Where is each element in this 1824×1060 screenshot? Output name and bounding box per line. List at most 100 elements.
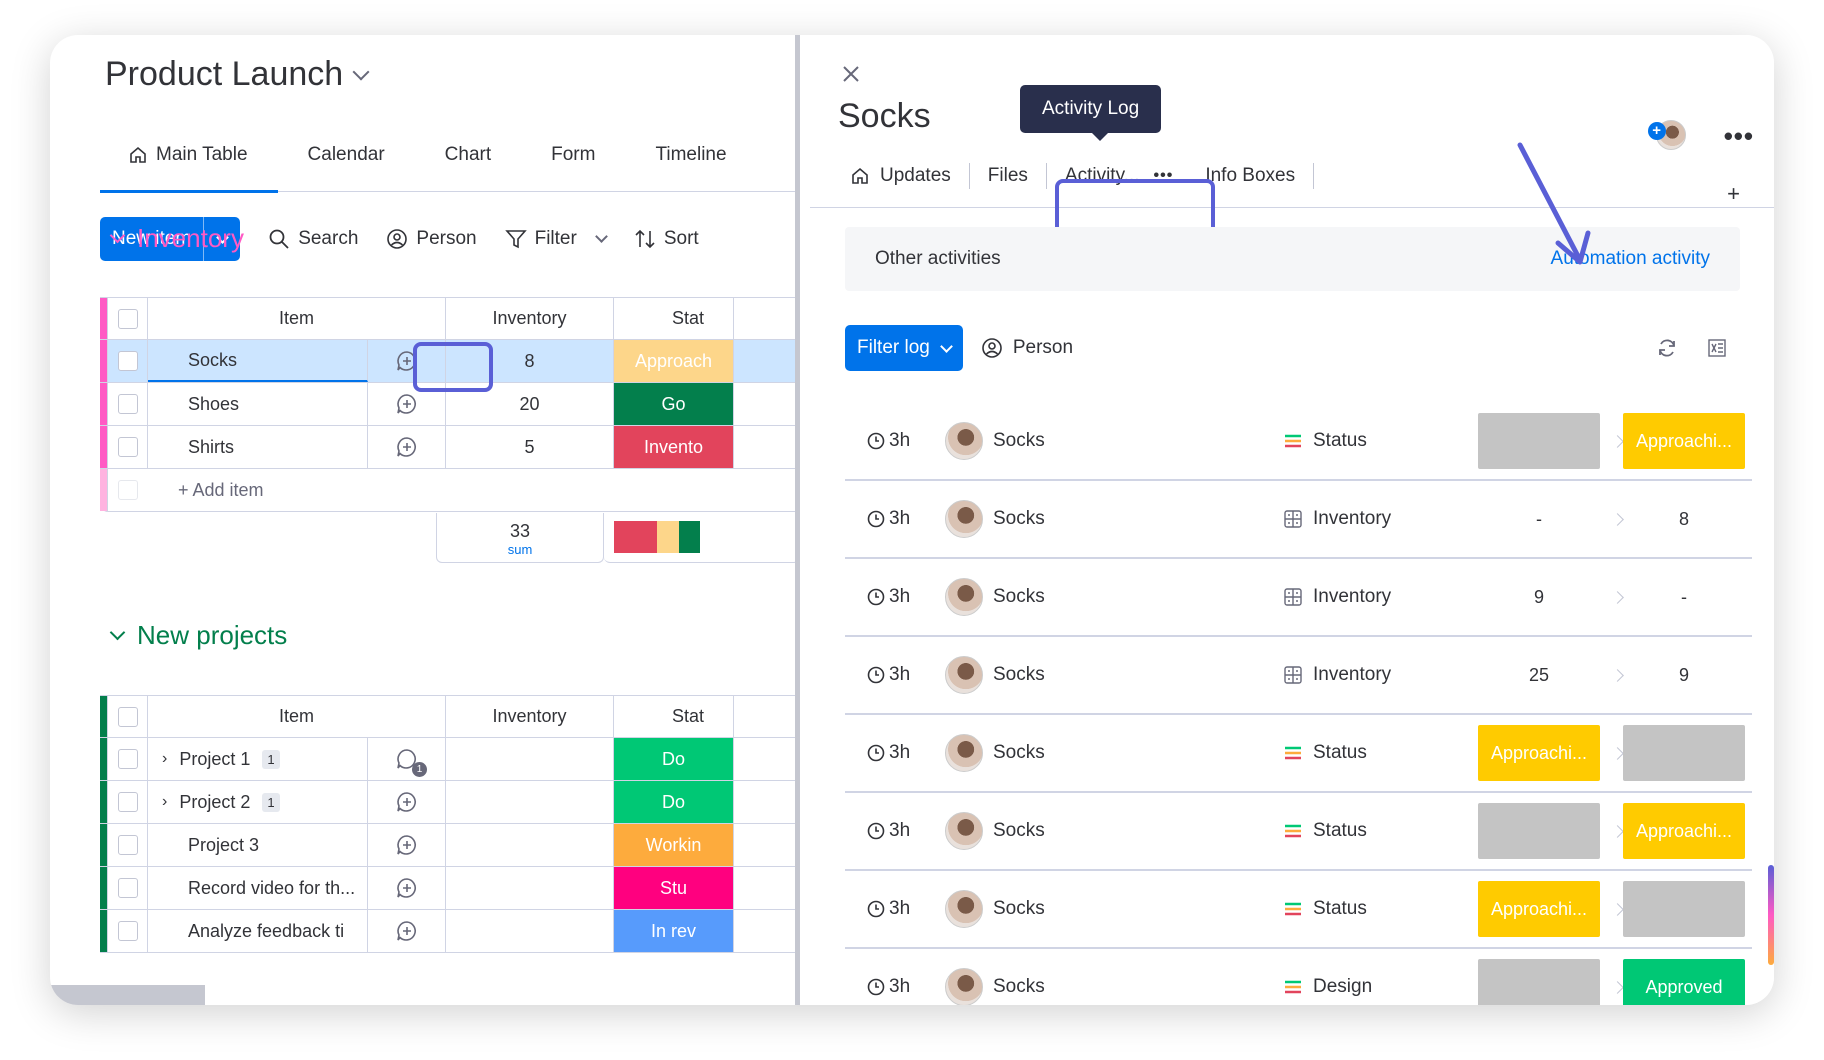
checkbox[interactable] (117, 878, 138, 898)
chevron-down-icon[interactable] (594, 229, 608, 243)
table-row[interactable]: Project 3 Workin (100, 824, 800, 867)
status-cell[interactable]: Go (614, 383, 734, 425)
close-icon[interactable] (840, 63, 862, 85)
status-cell[interactable]: Do (614, 781, 734, 823)
row-checkbox[interactable] (108, 867, 148, 909)
status-cell[interactable]: Invento (614, 426, 734, 468)
inventory-cell[interactable]: 5 (446, 426, 614, 468)
status-cell[interactable]: Workin (614, 824, 734, 866)
activity-log-row[interactable]: 3h Socks Inventory - 8 (845, 481, 1752, 559)
filter-log-button[interactable]: Filter log (845, 325, 963, 371)
log-item[interactable]: Socks (945, 500, 1045, 538)
person-filter-button[interactable]: Person (981, 337, 1073, 359)
activity-log-row[interactable]: 3h Socks Status Approachi... (845, 793, 1752, 871)
sort-button[interactable]: Sort (634, 228, 699, 250)
board-title[interactable]: Product Launch (105, 55, 370, 94)
add-item-row[interactable]: + Add item (100, 469, 800, 512)
side-widget[interactable] (1768, 865, 1774, 965)
column-header-inventory[interactable]: Inventory (446, 298, 614, 339)
table-row[interactable]: Record video for th... Stu (100, 867, 800, 910)
group-header-inventory[interactable]: Inventory (109, 223, 244, 254)
item-name-cell[interactable]: Analyze feedback ti (148, 910, 368, 952)
tab-calendar[interactable]: Calendar (278, 125, 415, 192)
table-row[interactable]: Analyze feedback ti In rev (100, 910, 800, 953)
add-view-button[interactable]: + (1727, 181, 1740, 207)
log-item[interactable]: Socks (945, 656, 1045, 694)
row-checkbox[interactable] (108, 824, 148, 866)
tab-timeline[interactable]: Timeline (625, 125, 756, 192)
select-all-checkbox[interactable] (108, 696, 148, 737)
activity-log-row[interactable]: 3h Socks Inventory 9 - (845, 559, 1752, 637)
status-cell[interactable]: Do (614, 738, 734, 780)
inventory-cell[interactable] (446, 738, 614, 780)
log-item[interactable]: Socks (945, 812, 1045, 850)
person-filter-button[interactable]: Person (386, 228, 477, 250)
horizontal-scrollbar[interactable] (50, 985, 205, 1005)
conversation-button[interactable] (368, 910, 446, 952)
chevron-down-icon[interactable] (109, 624, 126, 641)
activity-log-row[interactable]: 3h Socks Status Approachi... (845, 871, 1752, 949)
status-cell[interactable]: Approach (614, 340, 734, 382)
other-activities-tab[interactable]: Other activities (875, 248, 1001, 270)
chevron-down-icon[interactable] (352, 63, 370, 80)
log-item[interactable]: Socks (945, 578, 1045, 616)
tab-main-table[interactable]: Main Table (100, 125, 278, 193)
conversation-button[interactable] (368, 824, 446, 866)
activity-log-row[interactable]: 3h Socks Design Approved (845, 949, 1752, 1005)
column-header-status[interactable]: Stat (614, 696, 734, 737)
column-header-status[interactable]: Stat (614, 298, 734, 339)
log-item[interactable]: Socks (945, 422, 1045, 460)
checkbox[interactable] (117, 394, 138, 414)
checkbox[interactable] (117, 437, 138, 457)
item-name-cell[interactable]: Shirts (148, 426, 368, 468)
item-name-cell[interactable]: Record video for th... (148, 867, 368, 909)
log-item[interactable]: Socks (945, 734, 1045, 772)
column-header-inventory[interactable]: Inventory (446, 696, 614, 737)
column-header-item[interactable]: Item (148, 696, 446, 737)
conversation-button[interactable] (368, 426, 446, 468)
table-row[interactable]: › Project 1 1 1 Do (100, 738, 800, 781)
inventory-cell[interactable] (446, 824, 614, 866)
checkbox[interactable] (117, 749, 138, 769)
row-checkbox[interactable] (108, 781, 148, 823)
activity-log-row[interactable]: 3h Socks Status Approachi... (845, 403, 1752, 481)
checkbox[interactable] (117, 706, 138, 727)
add-item-input[interactable]: + Add item (148, 469, 264, 511)
vertical-scrollbar[interactable] (795, 35, 800, 1005)
activity-log-row[interactable]: 3h Socks Status Approachi... (845, 715, 1752, 793)
tab-form[interactable]: Form (521, 125, 625, 192)
inventory-cell[interactable] (446, 910, 614, 952)
row-checkbox[interactable] (108, 910, 148, 952)
search-button[interactable]: Search (268, 228, 358, 250)
item-title[interactable]: Socks (838, 97, 931, 136)
checkbox[interactable] (117, 792, 138, 812)
conversation-button[interactable] (368, 781, 446, 823)
tab-chart[interactable]: Chart (415, 125, 521, 192)
row-checkbox[interactable] (108, 738, 148, 780)
conversation-button[interactable]: 1 (368, 738, 446, 780)
item-name-cell[interactable]: › Project 1 1 (148, 738, 368, 780)
filter-button[interactable]: Filter (504, 228, 608, 250)
item-name-cell[interactable]: › Project 2 1 (148, 781, 368, 823)
table-row[interactable]: Shirts 5 Invento (100, 426, 800, 469)
checkbox[interactable] (117, 308, 138, 329)
log-item[interactable]: Socks (945, 968, 1045, 1005)
activity-log-row[interactable]: 3h Socks Inventory 25 9 (845, 637, 1752, 715)
column-header-item[interactable]: Item (148, 298, 446, 339)
row-checkbox[interactable] (108, 383, 148, 425)
inventory-cell[interactable] (446, 781, 614, 823)
tab-files[interactable]: Files (970, 163, 1047, 189)
checkbox[interactable] (117, 835, 138, 855)
conversation-button[interactable] (368, 867, 446, 909)
refresh-icon[interactable] (1656, 337, 1678, 359)
chevron-down-icon[interactable] (109, 227, 126, 244)
table-row[interactable]: › Project 2 1 Do (100, 781, 800, 824)
expand-chevron-icon[interactable]: › (162, 750, 167, 768)
excel-export-icon[interactable] (1706, 337, 1728, 359)
inventory-cell[interactable] (446, 867, 614, 909)
item-name-cell[interactable]: Shoes (148, 383, 368, 425)
tab-updates[interactable]: Updates (850, 163, 970, 189)
select-all-checkbox[interactable] (108, 298, 148, 339)
expand-chevron-icon[interactable]: › (162, 793, 167, 811)
row-checkbox[interactable] (108, 340, 148, 382)
